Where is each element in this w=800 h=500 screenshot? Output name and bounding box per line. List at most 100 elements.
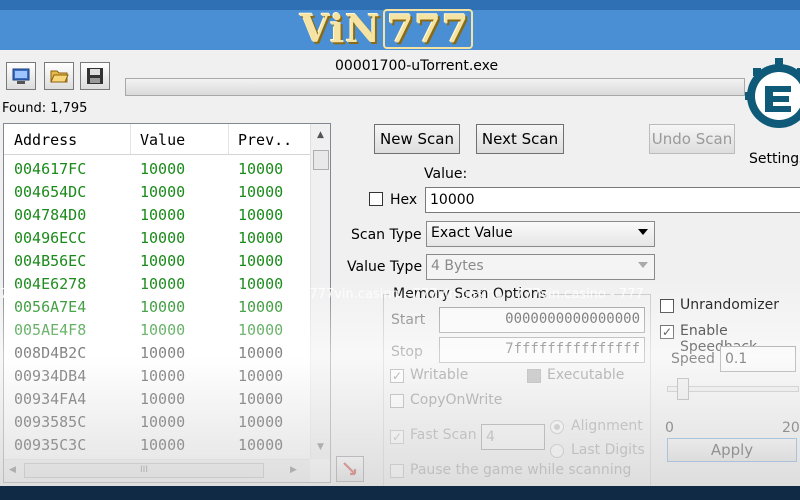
scroll-up-icon[interactable]: ▲ [317, 130, 324, 140]
writable-checkbox[interactable]: ✓ [390, 369, 404, 383]
copy-on-write-checkbox[interactable] [390, 394, 404, 408]
unrandomizer-checkbox[interactable] [660, 299, 674, 313]
cheat-engine-logo-icon[interactable] [743, 56, 800, 148]
previous-value-cell: 10000 [238, 321, 284, 339]
memory-scan-options-title: Memory Scan Options [390, 286, 550, 302]
table-row[interactable]: 004B56EC 10000 10000 [4, 250, 310, 273]
undo-scan-button[interactable]: Undo Scan [649, 124, 735, 154]
new-scan-button[interactable]: New Scan [374, 124, 460, 154]
column-address[interactable]: Address [14, 131, 77, 149]
table-row[interactable]: 004654DC 10000 10000 [4, 181, 310, 204]
scroll-left-icon[interactable]: ◀ [9, 465, 16, 475]
column-value[interactable]: Value [140, 131, 185, 149]
table-row[interactable]: 004617FC 10000 10000 [4, 158, 310, 181]
table-row[interactable]: 005AE4F8 10000 10000 [4, 319, 310, 342]
value-cell: 10000 [140, 252, 186, 270]
executable-checkbox[interactable] [527, 369, 541, 383]
previous-value-cell: 10000 [238, 298, 284, 316]
value-cell: 10000 [140, 413, 186, 431]
previous-value-cell: 10000 [238, 275, 284, 293]
previous-value-cell: 10000 [238, 436, 284, 454]
column-previous[interactable]: Prev.. [238, 131, 292, 149]
alignment-label: Alignment [571, 418, 643, 434]
value-cell: 10000 [140, 321, 186, 339]
settings-label[interactable]: Settings [749, 151, 800, 167]
address-cell: 008D4B2C [14, 344, 87, 362]
speed-input[interactable]: 0.1 [720, 346, 796, 372]
previous-value-cell: 10000 [238, 252, 284, 270]
value-input[interactable]: 10000 [425, 187, 800, 213]
vertical-scrollbar[interactable]: ▲ ▼ [310, 124, 330, 459]
vertical-scroll-thumb[interactable] [313, 150, 329, 170]
last-digits-radio[interactable] [550, 444, 564, 458]
address-cell: 0056A7E4 [14, 298, 87, 316]
value-type-select[interactable]: 4 Bytes [426, 254, 655, 280]
speed-slider-thumb[interactable] [677, 378, 689, 400]
table-row[interactable]: 008D4B2C 10000 10000 [4, 342, 310, 365]
value-cell: 10000 [140, 183, 186, 201]
table-row[interactable]: 004784D0 10000 10000 [4, 204, 310, 227]
scroll-right-icon[interactable]: ▶ [290, 465, 297, 475]
computer-icon [12, 68, 30, 84]
table-row[interactable]: 00934FA4 10000 10000 [4, 388, 310, 411]
address-cell: 00496ECC [14, 229, 87, 247]
table-row[interactable]: 0056A7E4 10000 10000 [4, 296, 310, 319]
fast-scan-input[interactable]: 4 [481, 424, 545, 450]
table-row[interactable]: 004E6278 10000 10000 [4, 273, 310, 296]
logo-digits: 777 [383, 9, 474, 49]
copy-on-write-label: CopyOnWrite [410, 392, 503, 408]
previous-value-cell: 10000 [238, 206, 284, 224]
address-cell: 005AE4F8 [14, 321, 87, 339]
table-row[interactable]: 00496ECC 10000 10000 [4, 227, 310, 250]
pause-game-checkbox[interactable] [390, 464, 404, 478]
address-cell: 004B56EC [14, 252, 87, 270]
open-file-button[interactable] [44, 62, 74, 90]
value-cell: 10000 [140, 367, 186, 385]
save-button[interactable] [80, 62, 110, 90]
alignment-radio[interactable] [550, 420, 564, 434]
add-address-manually-button[interactable] [336, 456, 364, 482]
horizontal-scroll-thumb[interactable]: III [24, 463, 264, 478]
table-row[interactable]: 0093585C 10000 10000 [4, 411, 310, 434]
start-address-input[interactable]: 0000000000000000 [439, 307, 645, 333]
unrandomizer-label: Unrandomizer [680, 297, 780, 313]
address-cell: 00935C3C [14, 436, 87, 454]
previous-value-cell: 10000 [238, 344, 284, 362]
slider-max-label: 20 [782, 420, 800, 436]
previous-value-cell: 10000 [238, 160, 284, 178]
red-arrow-icon [343, 462, 357, 476]
start-label: Start [391, 312, 426, 328]
process-title: 00001700-uTorrent.exe [335, 58, 499, 74]
speed-label: Speed [671, 351, 715, 367]
pause-game-label: Pause the game while scanning [410, 462, 632, 478]
hex-checkbox[interactable] [369, 192, 383, 206]
stop-label: Stop [391, 344, 423, 360]
list-header: Address Value Prev.. [4, 124, 310, 155]
value-cell: 10000 [140, 229, 186, 247]
speedhack-checkbox[interactable]: ✓ [660, 325, 674, 339]
next-scan-button[interactable]: Next Scan [476, 124, 564, 154]
chevron-down-icon [638, 262, 648, 268]
scan-type-select[interactable]: Exact Value [426, 221, 655, 247]
found-count: Found: 1,795 [2, 101, 88, 116]
select-process-button[interactable] [6, 62, 36, 90]
address-cell: 004654DC [14, 183, 87, 201]
value-cell: 10000 [140, 390, 186, 408]
fast-scan-checkbox[interactable]: ✓ [390, 430, 404, 444]
horizontal-scrollbar[interactable]: ◀ III ▶ [4, 459, 310, 482]
stop-address-input[interactable]: 7fffffffffffffff [439, 337, 645, 363]
folder-open-icon [50, 70, 69, 83]
table-row[interactable]: 00934DB4 10000 10000 [4, 365, 310, 388]
table-row[interactable]: 00935C3C 10000 10000 [4, 434, 310, 457]
hex-label: Hex [390, 192, 418, 208]
scroll-down-icon[interactable]: ▼ [317, 442, 324, 452]
fast-scan-label: Fast Scan [410, 427, 477, 443]
apply-button[interactable]: Apply [667, 438, 797, 462]
scan-type-label: Scan Type [351, 227, 422, 243]
results-list[interactable]: Address Value Prev.. 004617FC 10000 10000 0… [3, 123, 331, 483]
value-cell: 10000 [140, 206, 186, 224]
logo-text: ViN [300, 6, 381, 51]
executable-label: Executable [547, 367, 625, 383]
value-type-label: Value Type [347, 259, 423, 275]
address-cell: 004E6278 [14, 275, 87, 293]
